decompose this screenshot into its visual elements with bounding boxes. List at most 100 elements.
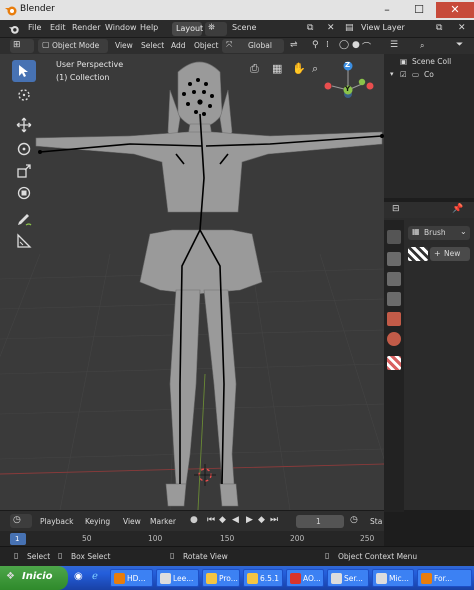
new-brush-button[interactable]: + New bbox=[430, 247, 470, 261]
checkbox-icon[interactable]: ☑ bbox=[400, 70, 407, 79]
world-tab[interactable] bbox=[387, 332, 401, 346]
rotate-tool[interactable] bbox=[12, 138, 36, 160]
pivot-icon[interactable]: ⇌ bbox=[290, 40, 298, 50]
outliner-row[interactable]: ▣ Scene Coll bbox=[384, 56, 474, 68]
quicklaunch-icon[interactable]: ◉ bbox=[74, 571, 83, 582]
jump-keyframe-back-icon[interactable]: ◆ bbox=[219, 515, 226, 525]
outliner-filter-icon[interactable]: ⏷ bbox=[456, 40, 463, 50]
scene-name-field[interactable]: Scene bbox=[232, 23, 256, 32]
scene-selector-button[interactable]: ⛯ bbox=[205, 22, 227, 36]
annotate-tool[interactable] bbox=[12, 208, 36, 230]
timeline-editor-button[interactable]: ◷ bbox=[10, 514, 32, 528]
output-tab[interactable] bbox=[387, 272, 401, 286]
task-button[interactable]: AO... bbox=[286, 569, 324, 587]
ruler-tick: 250 bbox=[360, 534, 375, 543]
pin-icon[interactable]: 📌 bbox=[452, 204, 463, 214]
browser-icon[interactable]: ℯ bbox=[92, 571, 98, 582]
new-scene-icon[interactable]: ⧉ bbox=[307, 23, 313, 33]
play-icon[interactable]: ▶ bbox=[246, 515, 253, 525]
plus-icon: + bbox=[434, 249, 441, 258]
menu-view[interactable]: View bbox=[115, 41, 133, 50]
toggle-grid-icon[interactable]: ▦ bbox=[272, 62, 282, 75]
playhead[interactable]: 1 bbox=[10, 533, 26, 545]
task-button[interactable]: HD... bbox=[110, 569, 153, 587]
task-button[interactable]: For... bbox=[417, 569, 472, 587]
view-layer-field[interactable]: View Layer bbox=[361, 23, 405, 32]
falloff-icon[interactable]: ● bbox=[352, 40, 360, 50]
editor-type-button[interactable]: ⊞ bbox=[10, 39, 34, 53]
falloff-type-icon[interactable]: ⌒ bbox=[362, 40, 371, 53]
delete-view-layer-icon[interactable]: ✕ bbox=[458, 23, 466, 33]
keying-menu[interactable]: Keying bbox=[85, 517, 110, 526]
3d-viewport[interactable]: User Perspective (1) Collection ⎙ ▦ ✋ ⌕ … bbox=[0, 54, 384, 510]
task-button[interactable]: Ser... bbox=[327, 569, 369, 587]
marker-menu[interactable]: Marker bbox=[150, 517, 176, 526]
preview-range-icon[interactable]: ◷ bbox=[350, 515, 358, 525]
window-title: Blender bbox=[20, 4, 55, 14]
jump-start-icon[interactable]: ⏮ bbox=[207, 515, 215, 525]
camera-view-icon[interactable]: ⎙ bbox=[250, 62, 259, 76]
close-button[interactable]: ✕ bbox=[436, 2, 474, 18]
playback-menu[interactable]: Playback bbox=[40, 517, 73, 526]
scene-tab[interactable] bbox=[387, 312, 401, 326]
menu-object[interactable]: Object bbox=[194, 41, 218, 50]
playhead-frame: 1 bbox=[15, 535, 20, 543]
minimize-button[interactable]: – bbox=[372, 2, 402, 18]
proportional-edit-icon[interactable]: ◯ bbox=[339, 40, 349, 50]
move-tool[interactable] bbox=[12, 114, 36, 136]
menu-add[interactable]: Add bbox=[171, 41, 186, 50]
menu-window[interactable]: Window bbox=[105, 23, 137, 32]
jump-end-icon[interactable]: ⏭ bbox=[270, 515, 278, 525]
expand-arrow-icon[interactable]: ▾ bbox=[390, 70, 394, 78]
transform-tool[interactable] bbox=[12, 182, 36, 204]
start-button[interactable]: ❖ Inicio bbox=[0, 566, 68, 590]
select-box-tool[interactable] bbox=[12, 60, 36, 82]
timeline-ruler[interactable]: 1 50 100 150 200 250 bbox=[0, 531, 384, 547]
tab-layout[interactable]: Layout bbox=[172, 22, 203, 36]
scale-icon bbox=[17, 164, 31, 178]
menu-select[interactable]: Select bbox=[141, 41, 164, 50]
snap-icon[interactable]: ⚲ bbox=[312, 40, 319, 50]
texture-tab[interactable] bbox=[387, 356, 401, 370]
render-tab[interactable] bbox=[387, 252, 401, 266]
transform-orientation-dropdown[interactable]: ⤧ Global bbox=[222, 39, 284, 53]
outliner-search-icon[interactable]: ⌕ bbox=[420, 41, 424, 51]
delete-scene-icon[interactable]: ✕ bbox=[327, 23, 335, 33]
outliner-editor-icon[interactable]: ☰ bbox=[390, 40, 398, 50]
brush-preview-icon[interactable] bbox=[408, 247, 428, 261]
start-frame-label[interactable]: Sta bbox=[370, 517, 382, 526]
maximize-button[interactable]: ☐ bbox=[404, 2, 434, 18]
record-icon[interactable]: ● bbox=[190, 515, 198, 525]
mouse-right-icon: ▯ bbox=[325, 551, 330, 560]
menu-help[interactable]: Help bbox=[140, 23, 158, 32]
jump-keyframe-forward-icon[interactable]: ◆ bbox=[258, 515, 265, 525]
task-button[interactable]: Pro... bbox=[202, 569, 240, 587]
play-reverse-icon[interactable]: ◀ bbox=[232, 515, 239, 525]
view-layer-tab[interactable] bbox=[387, 292, 401, 306]
ruler-tick: 100 bbox=[148, 534, 163, 543]
cursor-tool[interactable] bbox=[12, 84, 36, 106]
properties-panel: ⊟ 📌 ▦ Brush ⌄ + New bbox=[384, 200, 474, 512]
snap-target-icon[interactable]: ⁞ bbox=[326, 40, 329, 50]
measure-tool[interactable] bbox=[12, 230, 36, 252]
properties-editor-icon[interactable]: ⊟ bbox=[392, 204, 400, 214]
task-button[interactable]: Lee... bbox=[156, 569, 199, 587]
pan-hand-icon[interactable]: ✋ bbox=[292, 62, 306, 75]
scale-tool[interactable] bbox=[12, 160, 36, 182]
rotate-icon bbox=[17, 142, 31, 156]
task-button[interactable]: 6.5.1 bbox=[243, 569, 283, 587]
task-button[interactable]: Mic... bbox=[372, 569, 414, 587]
menu-render[interactable]: Render bbox=[72, 23, 100, 32]
outliner-row[interactable]: ▾ ☑ ▭ Co bbox=[384, 69, 474, 81]
new-view-layer-icon[interactable]: ⧉ bbox=[436, 23, 442, 33]
mode-dropdown[interactable]: ▢ Object Mode bbox=[38, 39, 108, 53]
brush-dropdown[interactable]: ▦ Brush ⌄ bbox=[408, 226, 470, 240]
current-frame-field[interactable]: 1 bbox=[296, 515, 344, 528]
scene-render bbox=[0, 61, 384, 510]
menu-file[interactable]: File bbox=[28, 23, 41, 32]
ruler-tick: 50 bbox=[82, 534, 92, 543]
blender-menu-icon[interactable] bbox=[8, 23, 20, 35]
view-menu[interactable]: View bbox=[123, 517, 141, 526]
menu-edit[interactable]: Edit bbox=[50, 23, 66, 32]
tool-settings-tab[interactable] bbox=[387, 230, 401, 244]
